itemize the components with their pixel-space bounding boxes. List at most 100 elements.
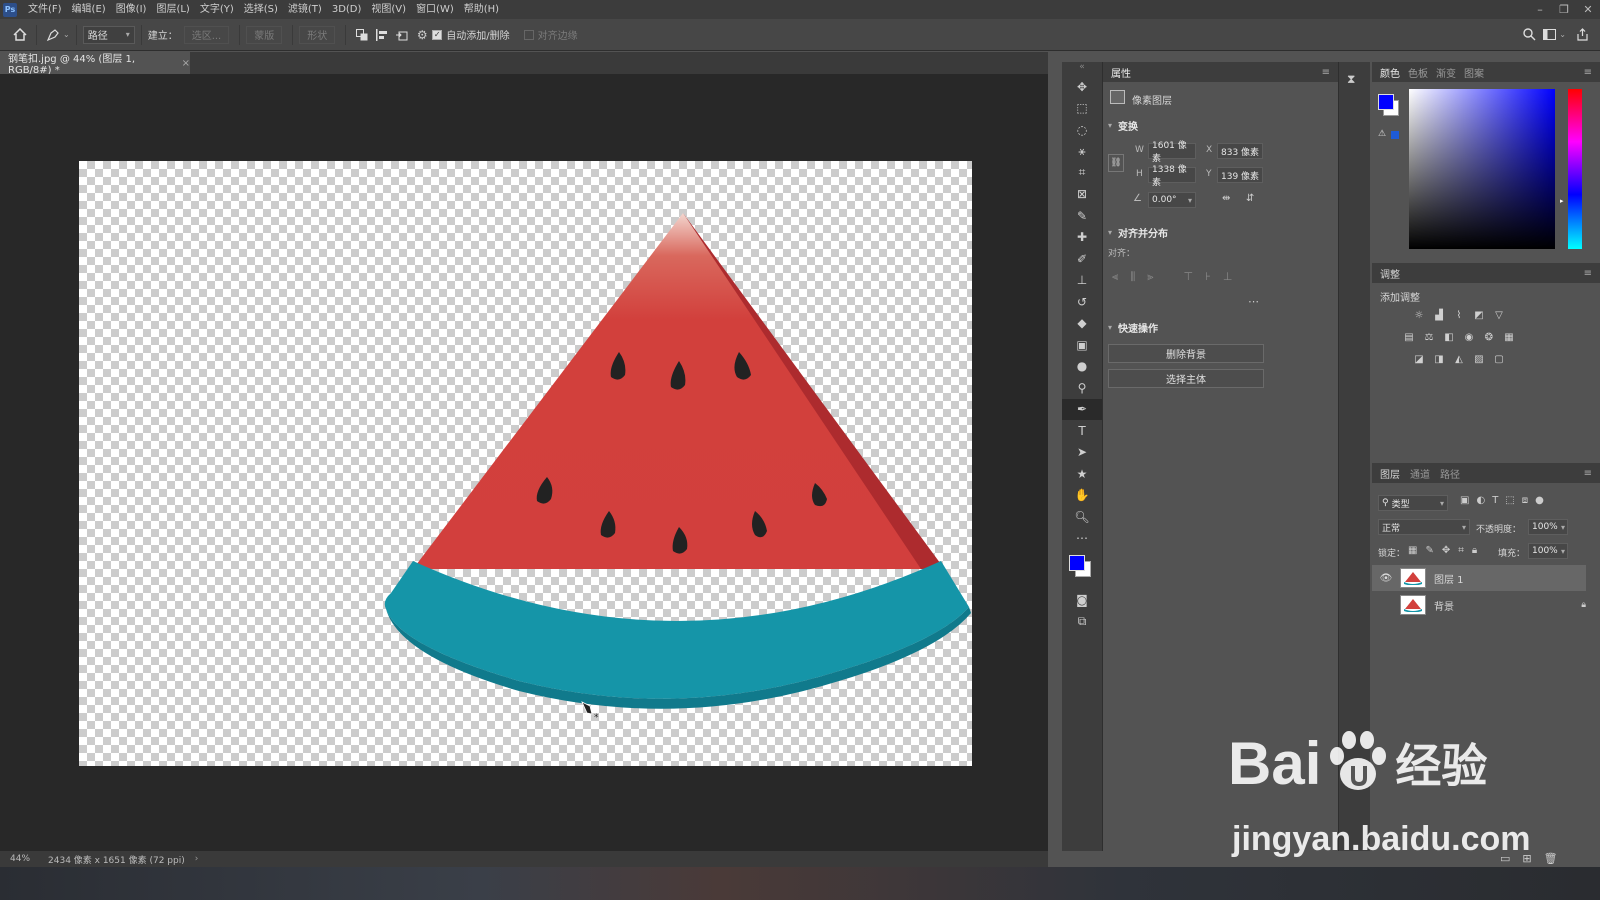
hand-tool-icon[interactable]: ✋ [1062, 485, 1102, 507]
vibrance-icon[interactable]: ▽ [1492, 309, 1506, 321]
color-picker-field[interactable] [1409, 89, 1555, 249]
gear-icon[interactable]: ⚙ [412, 25, 432, 45]
canvas-workspace[interactable]: * [0, 74, 1048, 851]
threshold-icon[interactable]: ◭ [1452, 353, 1466, 365]
flip-vertical-icon[interactable]: ⇵ [1246, 193, 1254, 204]
tab-color[interactable]: 颜色 [1380, 65, 1408, 80]
zoom-level[interactable]: 44% [10, 854, 30, 864]
chevron-down-icon[interactable]: ⌄ [1559, 30, 1566, 39]
brush-tool-icon[interactable]: ✐ [1062, 248, 1102, 270]
frame-tool-icon[interactable]: ⊠ [1062, 184, 1102, 206]
panel-menu-icon[interactable]: ≡ [1584, 468, 1592, 479]
lock-artboard-icon[interactable]: ⌗ [1458, 545, 1464, 556]
remove-background-button[interactable]: 删除背景 [1108, 344, 1264, 363]
color-balance-icon[interactable]: ⚖ [1422, 331, 1436, 343]
black-white-icon[interactable]: ◧ [1442, 331, 1456, 343]
delete-layer-icon[interactable]: 🗑︎ [1544, 852, 1558, 865]
minimize-icon[interactable]: – [1528, 3, 1552, 16]
filter-shape-icon[interactable]: ⬚ [1505, 495, 1514, 506]
curves-icon[interactable]: ⌇ [1452, 309, 1466, 321]
make-selection-button[interactable]: 选区... [183, 25, 230, 44]
lock-pixels-icon[interactable]: ✎ [1425, 545, 1433, 556]
hue-saturation-icon[interactable]: ▤ [1402, 331, 1416, 343]
pen-tool-preset-icon[interactable] [43, 25, 63, 45]
menu-image[interactable]: 图像(I) [111, 0, 152, 19]
menu-select[interactable]: 选择(S) [239, 0, 283, 19]
hue-slider[interactable] [1568, 89, 1582, 249]
filter-toggle-icon[interactable]: ● [1535, 495, 1544, 506]
pen-mode-select[interactable]: 路径 ▾ [82, 25, 135, 44]
foreground-color-swatch[interactable] [1378, 94, 1394, 110]
shape-tool-icon[interactable]: ★ [1062, 463, 1102, 485]
align-left-icon[interactable]: ⫷ [1112, 270, 1118, 284]
type-tool-icon[interactable]: T [1062, 420, 1102, 442]
layer-row[interactable]: 👁︎ 图层 1 [1372, 565, 1586, 591]
screen-mode-icon[interactable]: ⧉ [1062, 611, 1102, 633]
move-tool-icon[interactable]: ✥ [1062, 76, 1102, 98]
search-icon[interactable] [1519, 25, 1539, 45]
gradient-tool-icon[interactable]: ▣ [1062, 334, 1102, 356]
tab-swatches[interactable]: 色板 [1408, 65, 1436, 80]
exposure-icon[interactable]: ◩ [1472, 309, 1486, 321]
auto-add-delete-checkbox[interactable]: ✓ [432, 29, 443, 40]
tab-adjustments[interactable]: 调整 [1380, 266, 1400, 281]
web-safe-color-swatch[interactable] [1391, 131, 1399, 139]
history-panel-icon[interactable]: ⧗ [1347, 72, 1370, 87]
pen-tool-icon[interactable]: ✒ [1062, 398, 1102, 420]
layer-row[interactable]: 背景 🔒︎ [1372, 592, 1586, 618]
panel-menu-icon[interactable]: ≡ [1584, 268, 1592, 279]
selective-color-icon[interactable]: ▢ [1492, 353, 1506, 365]
link-icon[interactable]: ⛓ [1108, 154, 1124, 172]
tab-paths[interactable]: 路径 [1440, 466, 1460, 481]
align-section-header[interactable]: ▾ 对齐并分布 [1108, 225, 1168, 240]
height-field[interactable]: 1338 像素 [1148, 165, 1196, 188]
color-lookup-icon[interactable]: ▦ [1502, 331, 1516, 343]
document-tab[interactable]: 钢笔扣.jpg @ 44% (图层 1, RGB/8#) * × [0, 52, 190, 76]
share-icon[interactable] [1572, 25, 1592, 45]
gradient-map-icon[interactable]: ▨ [1472, 353, 1486, 365]
quick-mask-icon[interactable]: ◙ [1062, 589, 1102, 611]
close-window-icon[interactable]: ✕ [1576, 3, 1600, 16]
history-brush-tool-icon[interactable]: ↺ [1062, 291, 1102, 313]
angle-field[interactable]: 0.00° ▾ [1148, 192, 1196, 208]
select-subject-button[interactable]: 选择主体 [1108, 369, 1264, 388]
align-middle-v-icon[interactable]: ⊦ [1205, 270, 1211, 284]
more-options-icon[interactable]: ⋯ [1248, 295, 1259, 308]
panel-menu-icon[interactable]: ≡ [1322, 67, 1330, 78]
lock-all-icon[interactable]: 🔒︎ [1472, 545, 1477, 556]
align-top-icon[interactable]: ⊤ [1184, 270, 1194, 284]
posterize-icon[interactable]: ◨ [1432, 353, 1446, 365]
y-position-field[interactable]: 139 像素 [1217, 167, 1263, 183]
restore-icon[interactable]: ❐ [1552, 3, 1576, 16]
foreground-color-swatch[interactable] [1069, 555, 1085, 571]
blur-tool-icon[interactable]: ● [1062, 356, 1102, 378]
align-bottom-icon[interactable]: ⊥ [1223, 270, 1233, 284]
blend-mode-select[interactable]: 正常 ▾ [1378, 519, 1470, 535]
menu-layer[interactable]: 图层(L) [151, 0, 194, 19]
chevron-down-icon[interactable]: ⌄ [63, 30, 70, 39]
path-arrangement-icon[interactable] [392, 25, 412, 45]
lock-position-icon[interactable]: ✥ [1442, 545, 1450, 556]
filter-type-icon[interactable]: T [1492, 495, 1498, 506]
tab-channels[interactable]: 通道 [1410, 466, 1430, 481]
quick-actions-header[interactable]: ▾ 快速操作 [1108, 320, 1158, 335]
photo-filter-icon[interactable]: ◉ [1462, 331, 1476, 343]
align-edges-checkbox[interactable] [523, 29, 534, 40]
filter-adjustment-icon[interactable]: ◐ [1476, 495, 1485, 506]
path-operations-icon[interactable] [352, 25, 372, 45]
home-icon[interactable] [10, 25, 30, 45]
invert-icon[interactable]: ◪ [1412, 353, 1426, 365]
healing-brush-tool-icon[interactable]: ✚ [1062, 227, 1102, 249]
brightness-contrast-icon[interactable]: ☼ [1412, 309, 1426, 321]
tab-layers[interactable]: 图层 [1380, 466, 1400, 481]
lasso-tool-icon[interactable]: ◌ [1062, 119, 1102, 141]
magic-wand-tool-icon[interactable]: ⚹ [1062, 141, 1102, 163]
close-tab-icon[interactable]: × [182, 58, 190, 69]
clone-stamp-tool-icon[interactable]: ⊥ [1062, 270, 1102, 292]
menu-file[interactable]: 文件(F) [23, 0, 67, 19]
tab-gradients[interactable]: 渐变 [1436, 65, 1464, 80]
width-field[interactable]: 1601 像素 [1148, 141, 1196, 164]
make-shape-button[interactable]: 形状 [299, 25, 336, 44]
align-center-h-icon[interactable]: ⫼ [1130, 270, 1135, 284]
lock-transparent-icon[interactable]: ▦ [1408, 545, 1417, 556]
